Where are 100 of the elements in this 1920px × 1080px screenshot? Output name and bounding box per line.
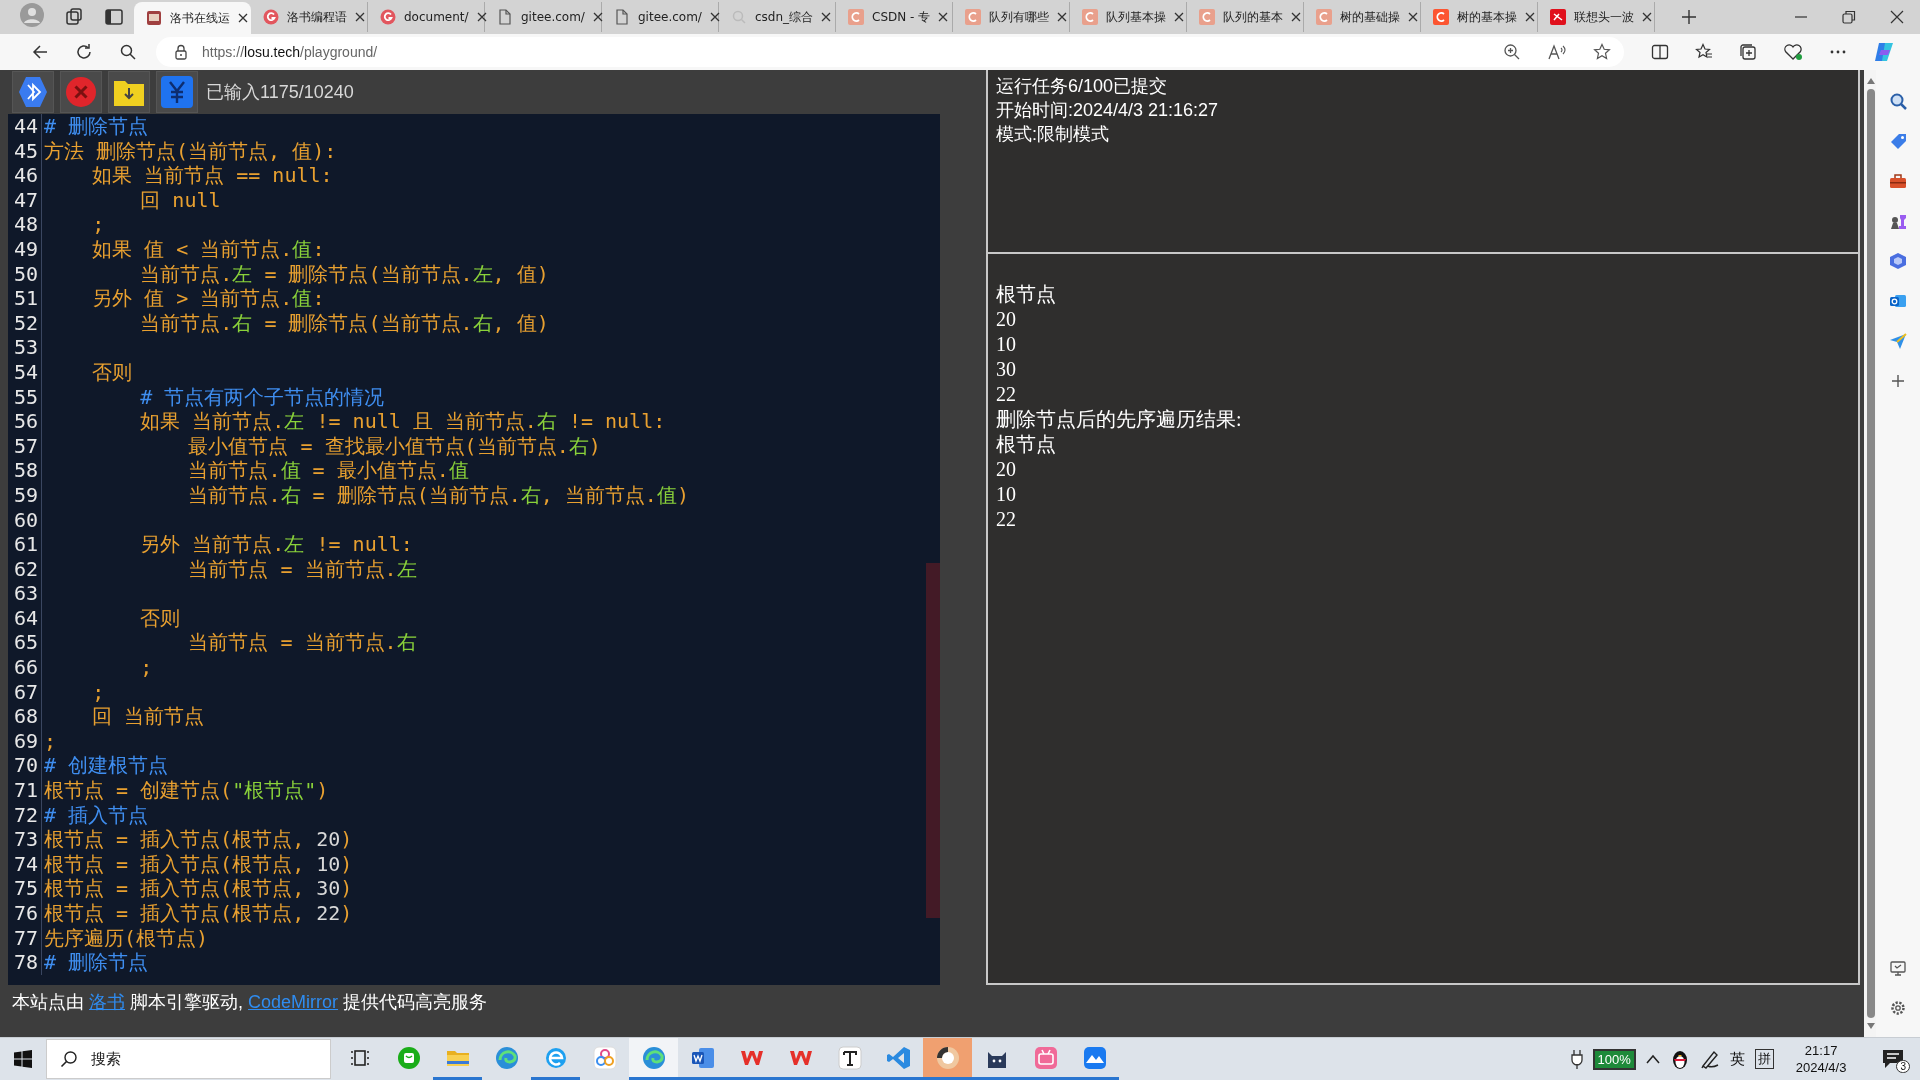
url-text: https://losu.tech/playground/ [202, 44, 378, 60]
close-icon[interactable] [1057, 12, 1067, 22]
pen-icon[interactable] [1699, 1049, 1720, 1069]
settings-icon[interactable] [1889, 999, 1907, 1017]
scrollbar-thumb[interactable] [1867, 89, 1875, 1018]
collections-icon[interactable] [1739, 43, 1757, 61]
browser-tab[interactable]: 树的基础操 [1304, 2, 1421, 32]
clock-time[interactable]: 21:17 [1804, 1042, 1838, 1059]
browser-tab[interactable]: CSDN - 专 [836, 2, 953, 32]
restore-icon[interactable] [1842, 10, 1856, 24]
output-line: 30 [996, 357, 1017, 382]
code-line: ; [139, 655, 153, 680]
address-field[interactable]: https://losu.tech/playground/ [156, 37, 1624, 67]
office-icon[interactable] [1889, 252, 1907, 270]
chevron-up-icon[interactable] [1645, 1054, 1660, 1064]
favorites-icon[interactable] [1695, 43, 1713, 61]
code-line: ; [91, 212, 105, 237]
browser-tab[interactable]: 联想头一波 [1538, 2, 1655, 32]
scrollbar-thumb[interactable] [926, 563, 940, 918]
close-icon[interactable] [1291, 12, 1301, 22]
tab-title: 联想头一波 [1574, 8, 1634, 26]
search-icon[interactable] [1889, 92, 1907, 110]
code-line: 回 当前节点 [91, 704, 205, 729]
start-icon[interactable] [14, 1050, 32, 1068]
language-indicator[interactable]: 英 [1729, 1049, 1745, 1069]
document-icon [690, 1045, 715, 1070]
browser-tab[interactable]: 队列有哪些 [953, 2, 1070, 32]
close-icon[interactable] [238, 13, 248, 23]
code-line: 如果 当前节点.左 != null 且 当前节点.右 != null: [139, 409, 666, 434]
mail-icon[interactable] [1889, 292, 1907, 310]
zoom-icon[interactable] [1503, 43, 1521, 61]
send-icon[interactable] [1889, 332, 1907, 350]
screenshot-icon[interactable] [1889, 959, 1907, 977]
output-line: 20 [996, 307, 1017, 332]
run-button[interactable] [12, 71, 54, 113]
tab-title: 队列有哪些 [989, 8, 1049, 26]
scroll-up-icon[interactable] [1867, 78, 1875, 84]
footer-text: 脚本引擎驱动, [130, 991, 243, 1014]
browser-tab[interactable]: csdn_综合 [719, 2, 836, 32]
split-screen-icon[interactable] [1651, 43, 1669, 61]
search-field[interactable]: 搜索 [46, 1039, 331, 1079]
back-icon[interactable] [31, 43, 49, 61]
search-icon[interactable] [119, 43, 137, 61]
close-icon[interactable] [1408, 12, 1418, 22]
code-line: # 删除节点 [43, 950, 149, 975]
browser-tab[interactable]: 树的基本操 [1421, 2, 1538, 32]
tab-title: 洛书在线运 [170, 9, 230, 27]
toolbox-icon[interactable] [1889, 172, 1907, 190]
code-line: 否则 [139, 605, 181, 631]
code-line: ; [43, 728, 57, 754]
browser-tab[interactable]: 洛书编程语 [251, 2, 368, 32]
scroll-down-icon[interactable] [1867, 1023, 1875, 1029]
chess-pieces-icon[interactable] [1889, 212, 1907, 230]
close-icon[interactable] [1174, 12, 1184, 22]
download-button[interactable] [108, 71, 150, 113]
clock-date[interactable]: 2024/4/3 [1795, 1059, 1847, 1076]
code-editor[interactable] [8, 114, 940, 985]
close-icon[interactable] [709, 12, 720, 22]
tab-actions-icon[interactable] [104, 7, 124, 27]
read-aloud-icon[interactable] [1547, 43, 1567, 61]
tab-title: 队列的基本 [1223, 8, 1283, 26]
browser-tab[interactable]: gitee.com/ [602, 2, 719, 32]
browser-tab[interactable]: 队列的基本 [1187, 2, 1304, 32]
refresh-icon[interactable] [75, 43, 93, 61]
tag-icon[interactable] [1889, 132, 1907, 150]
footer-text: 提供代码高亮服务 [343, 991, 488, 1014]
close-icon[interactable] [938, 12, 949, 22]
browser-tab[interactable]: document/ [368, 2, 485, 32]
star-icon[interactable] [1593, 43, 1611, 61]
new-tab-icon[interactable] [1681, 9, 1697, 25]
tab-favicon-icon [1082, 9, 1098, 25]
code-line: # 删除节点 [43, 114, 149, 139]
code-line: 当前节点 = 当前节点.左 [187, 556, 417, 582]
code-line: 根节点 = 插入节点(根节点, 20) [43, 827, 353, 852]
close-icon[interactable] [1525, 12, 1535, 22]
close-icon[interactable] [1890, 10, 1904, 24]
input-mode-indicator[interactable]: 拼 [1754, 1049, 1774, 1069]
browser-icon [494, 1045, 519, 1070]
tab-favicon-icon [965, 9, 981, 25]
close-icon[interactable] [592, 12, 603, 22]
close-icon[interactable] [821, 12, 832, 22]
browser-icon [641, 1045, 666, 1070]
photos-icon [592, 1045, 617, 1070]
run-icon [18, 76, 48, 108]
close-icon[interactable] [1642, 12, 1652, 22]
sponsor-button[interactable] [156, 71, 198, 113]
code-line: # 创建根节点 [43, 753, 169, 779]
browser-tab[interactable]: 队列基本操 [1070, 2, 1187, 32]
close-icon[interactable] [476, 12, 487, 22]
add-icon[interactable] [1889, 372, 1907, 390]
browser-tab[interactable]: gitee.com/ [485, 2, 602, 32]
battery-indicator[interactable]: 100% [1592, 1048, 1636, 1070]
code-editor-icon [886, 1045, 911, 1070]
workspaces-icon[interactable] [64, 7, 84, 27]
close-icon[interactable] [355, 12, 365, 22]
heart-pulse-icon[interactable] [1783, 43, 1803, 61]
browser-tab[interactable]: 洛书在线运 [134, 2, 251, 34]
taskbar-app-button[interactable] [923, 1038, 972, 1080]
tab-title: 队列基本操 [1106, 8, 1166, 26]
power-plug-icon [1570, 1049, 1583, 1069]
